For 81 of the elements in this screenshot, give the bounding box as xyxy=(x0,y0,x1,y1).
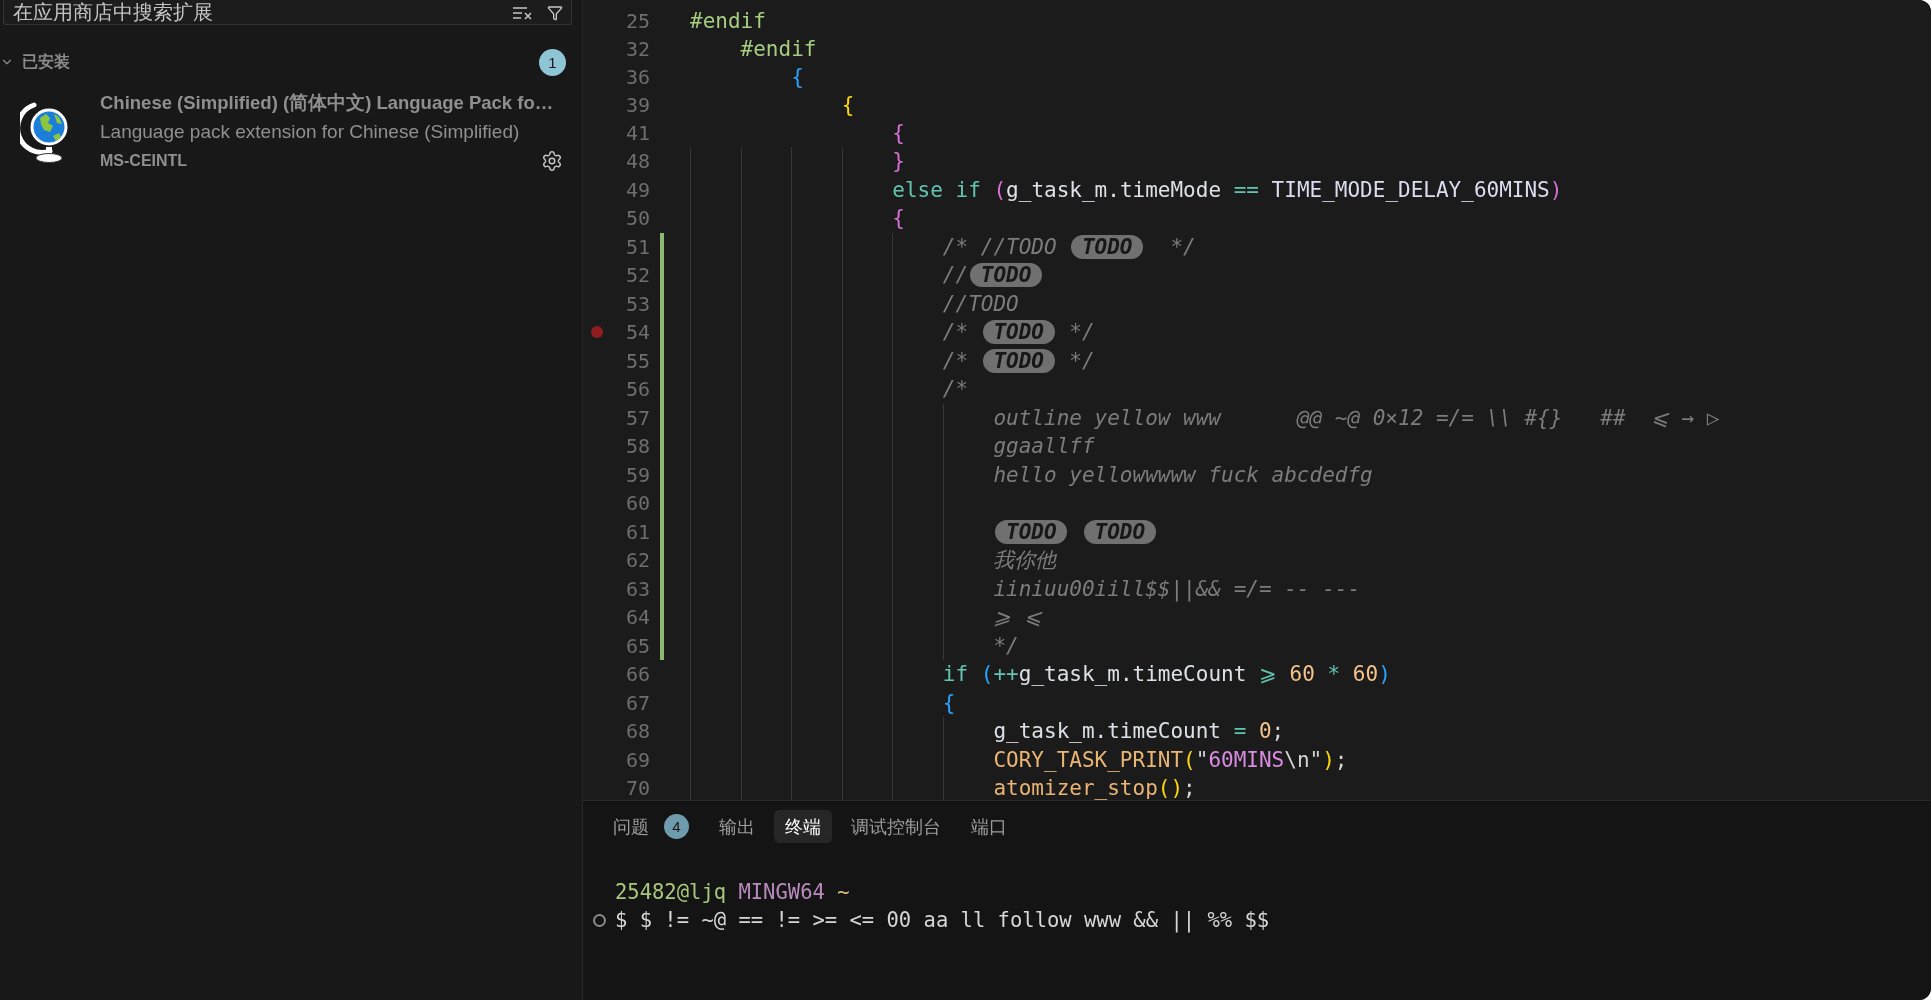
code-text: /* xyxy=(942,319,969,346)
panel-tab[interactable]: 问题 4 xyxy=(602,810,700,843)
line-number: 39 xyxy=(625,93,650,117)
section-title[interactable]: 已安装 xyxy=(22,51,70,73)
terminal-line: $ $ != ~@ == != >= <= 00 aa ll follow www && || %% $$ xyxy=(615,908,1270,932)
code-line: } xyxy=(892,148,905,175)
count-badge: 1 xyxy=(539,48,566,76)
command-marker-icon[interactable] xyxy=(592,913,606,927)
line-number: 48 xyxy=(625,149,650,174)
code-line: CORY_TASK_PRINT("60MINS\n"); xyxy=(993,746,1348,773)
line-number: 57 xyxy=(625,405,650,430)
line-number: 62 xyxy=(625,548,650,573)
extension-name[interactable]: Chinese (Simplified) (简体中文) Language Pack fo… xyxy=(100,92,554,113)
code-text: */ xyxy=(1170,233,1196,260)
line-number: 52 xyxy=(625,263,650,288)
filter-icon[interactable] xyxy=(547,4,563,21)
code-line: #endif xyxy=(740,36,817,62)
code-line: { xyxy=(841,92,855,118)
line-number: 25 xyxy=(625,9,650,33)
line-number: 64 xyxy=(625,605,650,630)
line-number: 63 xyxy=(625,576,650,601)
line-number: 49 xyxy=(625,177,650,202)
code-text: /* xyxy=(942,347,969,374)
line-number: 36 xyxy=(625,65,650,89)
line-number: 67 xyxy=(625,690,650,715)
code-line: */ xyxy=(993,632,1019,659)
code-line: //TODO xyxy=(942,290,1019,317)
code-line: atomizer_stop(); xyxy=(993,775,1196,800)
line-number: 68 xyxy=(625,719,650,744)
code-line: #endif xyxy=(690,8,766,34)
line-number: 66 xyxy=(625,662,650,687)
todo-badge: TODO xyxy=(982,320,1055,345)
code-line: ggaallff xyxy=(993,433,1095,460)
todo-badge: TODO xyxy=(1071,234,1144,259)
line-number: 65 xyxy=(625,633,650,658)
panel-tab[interactable]: 调试控制台 xyxy=(840,810,952,843)
line-number: 59 xyxy=(625,462,650,487)
code-text: */ xyxy=(1069,347,1095,374)
panel-tab[interactable]: 输出 xyxy=(708,810,766,843)
code-line: if (++g_task_m.timeCount ⩾ 60 * 60) xyxy=(942,661,1391,688)
clear-filter-icon[interactable] xyxy=(512,5,533,20)
count-badge: 4 xyxy=(664,814,689,839)
todo-badge: TODO xyxy=(982,348,1055,373)
panel-tab[interactable]: 端口 xyxy=(960,810,1018,843)
code-line: g_task_m.timeCount = 0; xyxy=(993,718,1285,745)
line-number: 32 xyxy=(625,37,650,61)
line-number: 54 xyxy=(625,320,650,345)
line-number: 58 xyxy=(625,434,650,459)
code-text: // xyxy=(942,262,969,289)
code-text: /* //TODO xyxy=(942,233,1057,260)
code-line: /* xyxy=(942,376,969,403)
code-line: outline yellow www @@ ~@ 0×12 =/= \\ #{} ## ⩽ → ▷ xyxy=(993,404,1720,431)
line-number: 51 xyxy=(625,234,650,259)
line-number: 50 xyxy=(625,206,650,231)
line-number: 53 xyxy=(625,291,650,316)
terminal-line: 25482@ljq MINGW64 ~ xyxy=(615,880,850,904)
extension-publisher: MS-CEINTL xyxy=(100,152,188,170)
code-text: */ xyxy=(1069,319,1095,346)
extension-description: Language pack extension for Chinese (Simplified) xyxy=(100,121,520,142)
settings-icon[interactable] xyxy=(541,150,563,172)
code-line: { xyxy=(892,120,905,146)
todo-badge: TODO xyxy=(970,263,1043,288)
line-number: 69 xyxy=(625,747,650,772)
code-line: 我你他 xyxy=(993,547,1057,574)
code-line: ⩾ ⩽ xyxy=(993,604,1043,631)
code-line: hello yellowwwww fuck abcdedfg xyxy=(993,461,1373,488)
search-field[interactable]: 在应用商店中搜索扩展 xyxy=(3,0,572,25)
code-line: iiniuu00iill$$||&& =/= -- --- xyxy=(993,575,1361,602)
code-line: else if (g_task_m.timeMode == TIME_MODE_DELAY_60MINS) xyxy=(892,176,1563,203)
line-number: 55 xyxy=(625,348,650,373)
line-number: 41 xyxy=(625,121,650,145)
code-line: { xyxy=(892,205,905,232)
line-number: 56 xyxy=(625,377,650,402)
code-line: { xyxy=(942,689,956,716)
line-number: 60 xyxy=(625,491,650,516)
panel-tab[interactable]: 终端 xyxy=(774,810,832,843)
todo-badge: TODO xyxy=(1083,519,1156,544)
todo-badge: TODO xyxy=(995,519,1068,544)
line-number: 70 xyxy=(625,776,650,800)
code-line: { xyxy=(791,64,804,90)
line-number: 61 xyxy=(625,519,650,544)
